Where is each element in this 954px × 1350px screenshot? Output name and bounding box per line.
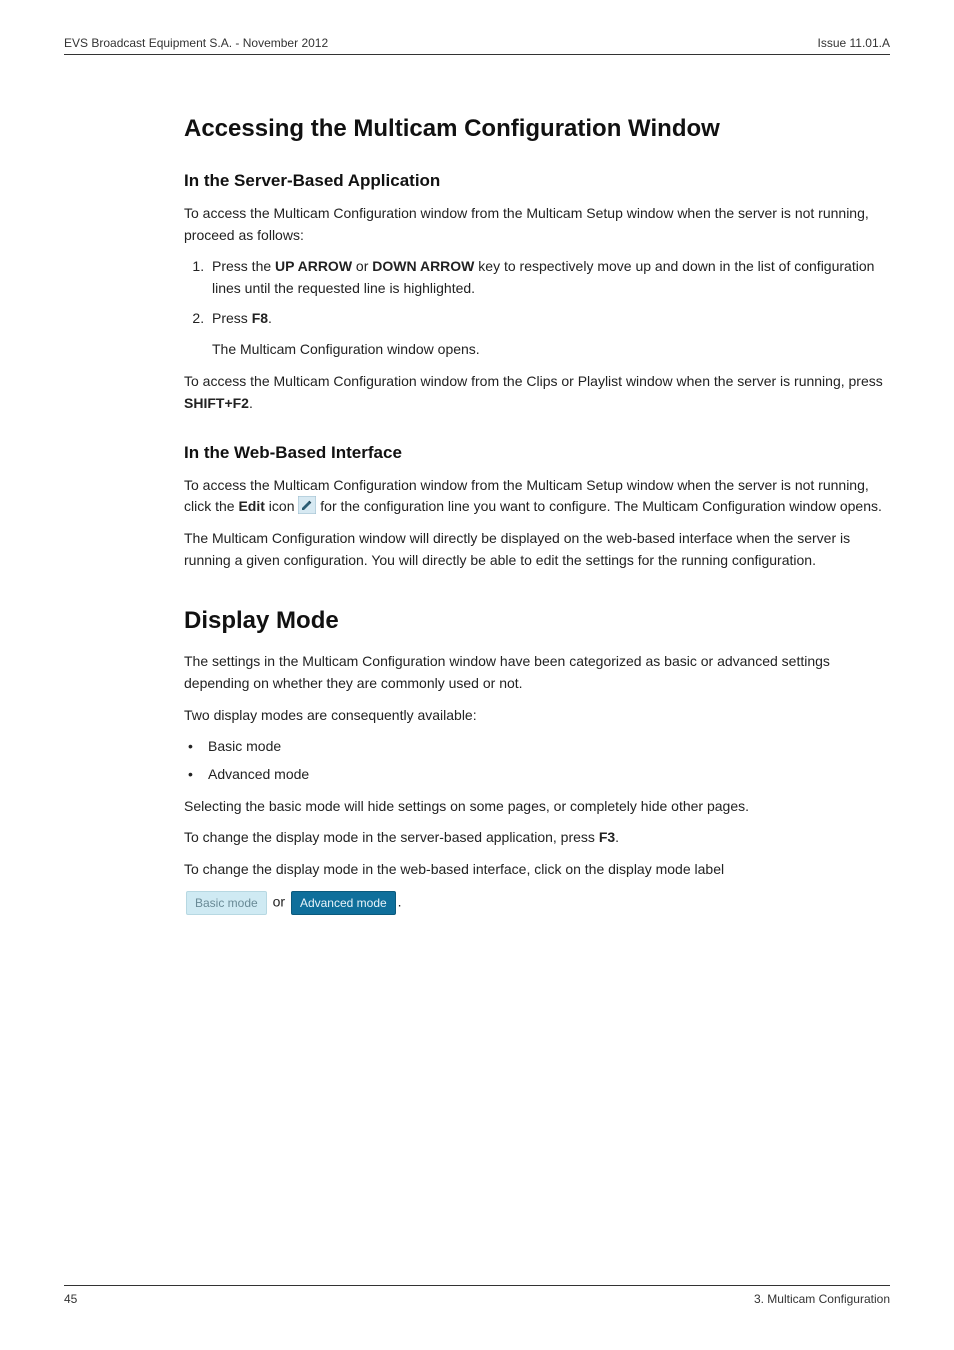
doc-header-left: EVS Broadcast Equipment S.A. - November … [64, 36, 328, 50]
paragraph: The Multicam Configuration window will d… [184, 528, 890, 571]
paragraph: To change the display mode in the server… [184, 827, 890, 849]
text: Press the [212, 258, 275, 274]
paragraph: To change the display mode in the web-ba… [184, 859, 890, 881]
text: icon [265, 498, 298, 514]
mode-list: Basic mode Advanced mode [184, 736, 890, 785]
text: Press [212, 310, 252, 326]
steps-list: Press the UP ARROW or DOWN ARROW key to … [184, 256, 890, 361]
footer-rule [64, 1285, 890, 1286]
page-number: 45 [64, 1292, 77, 1306]
step-1: Press the UP ARROW or DOWN ARROW key to … [208, 256, 890, 299]
footer-chapter: 3. Multicam Configuration [754, 1292, 890, 1306]
text: To access the Multicam Configuration win… [184, 373, 883, 389]
paragraph: Two display modes are consequently avail… [184, 705, 890, 727]
text-or: or [269, 893, 289, 909]
bold-edit: Edit [238, 498, 264, 514]
key-up-arrow: UP ARROW [275, 258, 352, 274]
text: To change the display mode in the server… [184, 829, 599, 845]
section-title-display-mode: Display Mode [184, 607, 890, 635]
text: . [615, 829, 619, 845]
subsection-web-based: In the Web-Based Interface [184, 443, 890, 463]
text: or [352, 258, 372, 274]
mode-label-line: Basic mode or Advanced mode. [184, 891, 890, 915]
list-item-basic-mode: Basic mode [184, 736, 890, 758]
page-content: Accessing the Multicam Configuration Win… [184, 115, 890, 915]
list-item-advanced-mode: Advanced mode [184, 764, 890, 786]
paragraph: To access the Multicam Configuration win… [184, 203, 890, 246]
key-down-arrow: DOWN ARROW [372, 258, 474, 274]
paragraph: The settings in the Multicam Configurati… [184, 651, 890, 694]
paragraph: Selecting the basic mode will hide setti… [184, 796, 890, 818]
step-2: Press F8. The Multicam Configuration win… [208, 308, 890, 361]
page-footer: 45 3. Multicam Configuration [64, 1285, 890, 1306]
text: . [398, 893, 402, 909]
text: for the configuration line you want to c… [316, 498, 882, 514]
text: . [249, 395, 253, 411]
step-2-result: The Multicam Configuration window opens. [212, 339, 890, 361]
text: . [268, 310, 272, 326]
header-rule [64, 54, 890, 55]
subsection-server-based: In the Server-Based Application [184, 171, 890, 191]
doc-header-right: Issue 11.01.A [818, 36, 891, 50]
key-f3: F3 [599, 829, 615, 845]
key-f8: F8 [252, 310, 268, 326]
section-title-accessing: Accessing the Multicam Configuration Win… [184, 115, 890, 143]
basic-mode-label: Basic mode [186, 891, 267, 915]
key-shift-f2: SHIFT+F2 [184, 395, 249, 411]
paragraph: To access the Multicam Configuration win… [184, 371, 890, 414]
paragraph: To access the Multicam Configuration win… [184, 475, 890, 518]
pencil-edit-icon [298, 496, 316, 514]
advanced-mode-label: Advanced mode [291, 891, 396, 915]
